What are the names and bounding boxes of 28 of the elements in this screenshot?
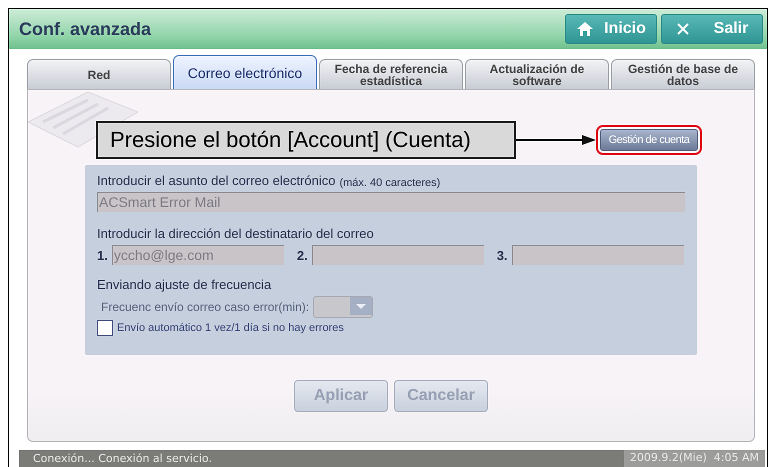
status-datetime: 2009.9.2(Mie) 4:05 AM xyxy=(624,450,765,467)
email-field[interactable] xyxy=(312,245,484,265)
account-button[interactable]: Gestión de cuenta xyxy=(600,129,698,151)
daily-checkbox[interactable] xyxy=(97,320,113,336)
window-title: Conf. avanzada xyxy=(19,18,152,40)
exit-button[interactable]: Salir xyxy=(661,14,763,44)
recipient-label: Introducir la dirección del destinatario del correo xyxy=(97,226,375,241)
close-icon xyxy=(676,22,690,36)
field-number: 1. xyxy=(97,248,108,262)
error-frequency-label: Frecuenc envío correo caso error(min): xyxy=(101,300,310,314)
field-number: 3. xyxy=(496,248,508,262)
status-message: Conexión... Conexión al servicio. xyxy=(32,452,212,465)
email-field[interactable] xyxy=(512,245,684,265)
email-field[interactable]: yccho@lge.com xyxy=(112,245,284,265)
callout: Presione el botón [Account] (Cuenta) xyxy=(96,121,516,159)
tab[interactable]: Gestión de base de datos xyxy=(611,59,755,89)
frequency-dropdown[interactable] xyxy=(313,296,374,318)
tab[interactable]: Correo electrónico xyxy=(173,55,317,89)
tab[interactable]: Red xyxy=(27,59,171,89)
frequency-heading: Enviando ajuste de frecuencia xyxy=(97,277,272,292)
subject-label: Introducir el asunto del correo electrónico xyxy=(97,173,336,188)
home-icon xyxy=(576,21,594,37)
home-button[interactable]: Inicio xyxy=(565,14,657,44)
field-number: 2. xyxy=(296,248,308,262)
tab[interactable]: Fecha de referencia estadística xyxy=(319,59,463,89)
tab[interactable]: Actualización de software xyxy=(465,59,609,89)
subject-hint: (máx. 40 caracteres) xyxy=(339,176,440,188)
daily-send-label: Envío automático 1 vez/1 día si no hay errores xyxy=(117,322,344,334)
